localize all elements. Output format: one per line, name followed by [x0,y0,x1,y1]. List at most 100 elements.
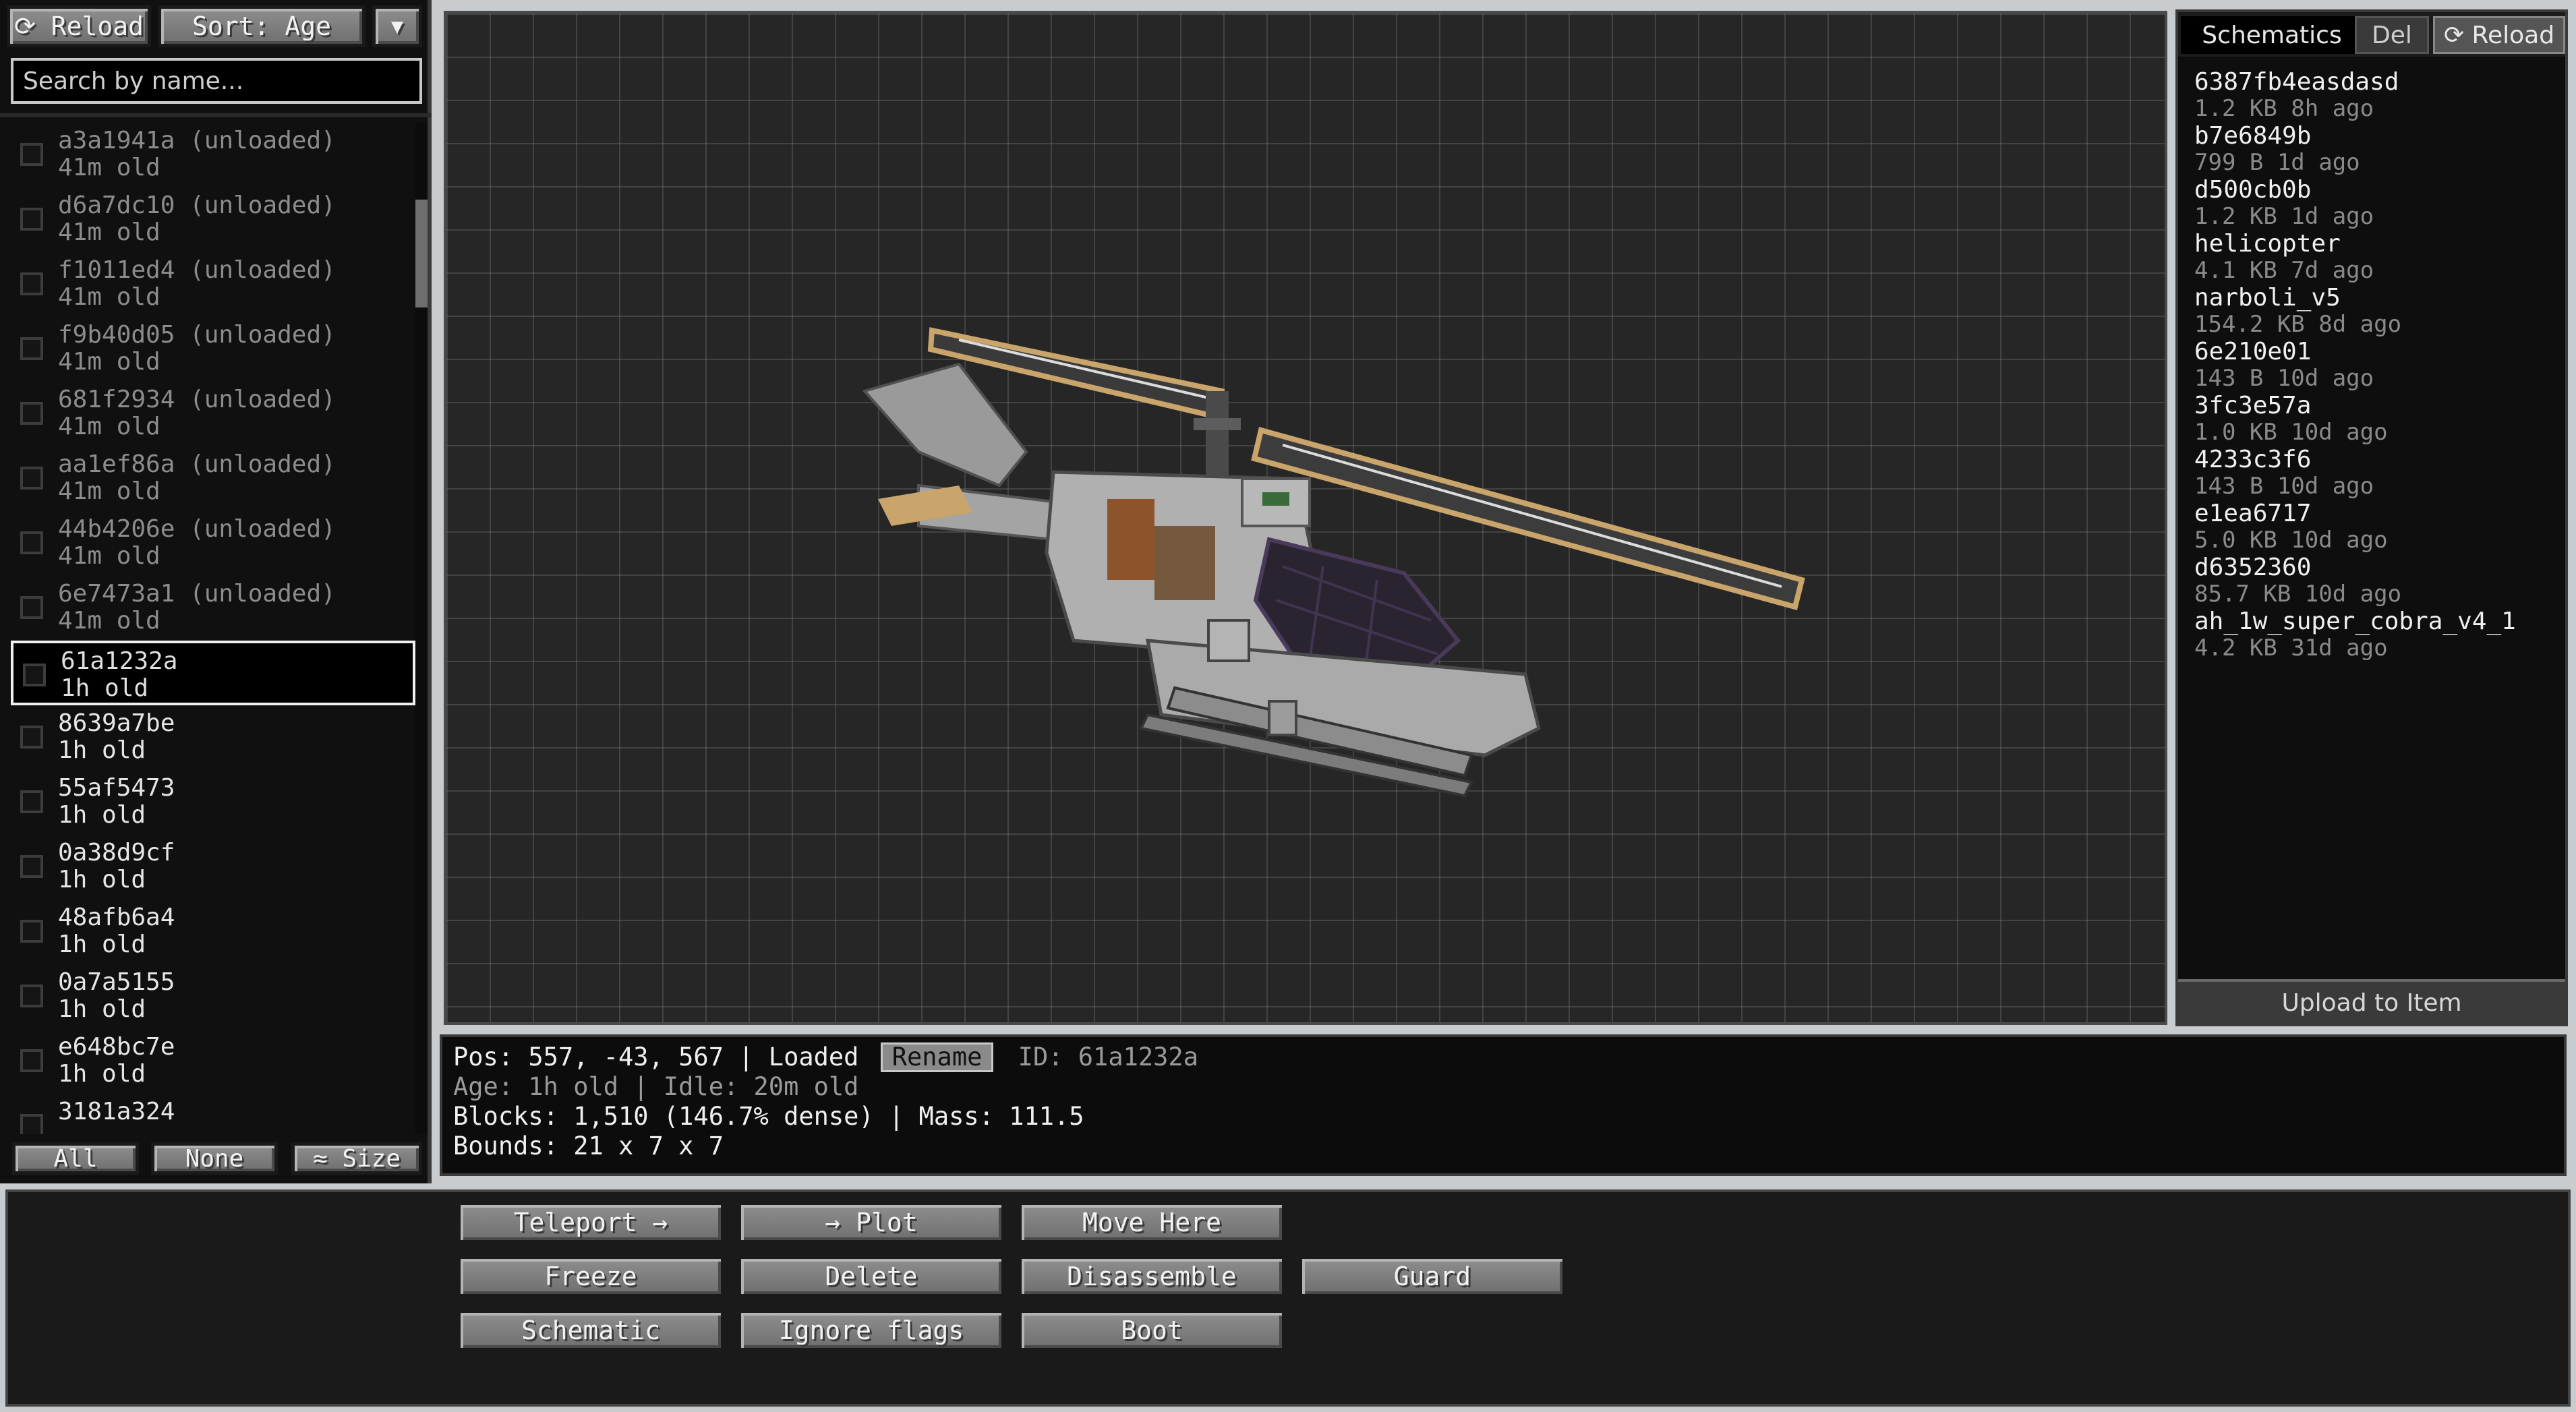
craft-list-item[interactable]: 0a7a5155 1h old [11,964,415,1029]
craft-name: 0a38d9cf [58,839,175,866]
craft-age: 41m old [58,607,160,635]
delete-button[interactable]: Delete [738,1256,1005,1297]
upload-to-item-button[interactable]: Upload to Item [2178,979,2565,1024]
freeze-button[interactable]: Freeze [457,1256,724,1297]
schematic-list-item[interactable]: d6352360 85.7 KB 10d ago [2194,554,2558,608]
rename-button[interactable]: Rename [880,1042,994,1072]
craft-name: 0a7a5155 [58,968,175,996]
craft-list-item[interactable]: f9b40d05 (unloaded) 41m old [11,317,415,382]
schematic-info: 5.0 KB 10d ago [2194,527,2388,554]
helicopter-model [862,327,1805,798]
teleport-button[interactable]: Teleport → [457,1202,724,1243]
craft-name: 61a1232a [61,647,178,675]
craft-name: f1011ed4 (unloaded) [58,256,336,284]
select-all-button[interactable]: All [12,1142,139,1175]
position-status: Pos: 557, -43, 567 | Loaded [453,1042,859,1071]
schematic-list-item[interactable]: b7e6849b 799 B 1d ago [2194,123,2558,177]
craft-list-item[interactable]: a3a1941a (unloaded) 41m old [11,123,415,187]
schematic-info: 1.2 KB 1d ago [2194,203,2374,230]
craft-checkbox[interactable] [20,531,43,554]
craft-actions-panel: Teleport → → Plot Move Here Freeze Delet… [5,1189,2571,1407]
craft-list-item[interactable]: e648bc7e 1h old [11,1029,415,1094]
schematic-list-item[interactable]: 6e210e01 143 B 10d ago [2194,339,2558,392]
craft-checkbox[interactable] [20,596,43,619]
schematic-list-item[interactable]: 3fc3e57a 1.0 KB 10d ago [2194,392,2558,446]
craft-checkbox[interactable] [20,337,43,360]
craft-checkbox[interactable] [20,272,43,295]
craft-list-item[interactable]: f1011ed4 (unloaded) 41m old [11,252,415,317]
craft-list-item[interactable]: d6a7dc10 (unloaded) 41m old [11,187,415,252]
sort-button[interactable]: Sort: Age [158,5,365,47]
disassemble-button[interactable]: Disassemble [1018,1256,1285,1297]
craft-list-item[interactable]: 44b4206e (unloaded) 41m old [11,511,415,576]
guard-button[interactable]: Guard [1299,1256,1566,1297]
craft-preview-viewport[interactable] [444,11,2167,1025]
schematics-panel: Schematics Del ⟳ Reload 6387fb4easdasd 1.… [2175,9,2568,1026]
select-none-button[interactable]: None [151,1142,278,1175]
schematic-name: e1ea6717 [2194,500,2312,527]
craft-checkbox[interactable] [23,664,46,686]
schematic-info: 799 B 1d ago [2194,149,2360,176]
schematic-name: 6387fb4easdasd [2194,68,2399,96]
schematic-list-item[interactable]: 4233c3f6 143 B 10d ago [2194,446,2558,500]
craft-name: d6a7dc10 (unloaded) [58,192,336,219]
schematic-list-item[interactable]: d500cb0b 1.2 KB 1d ago [2194,177,2558,231]
craft-age: 41m old [58,154,160,181]
craft-checkbox[interactable] [20,143,43,166]
schematics-tab-bar: Schematics Del ⟳ Reload [2178,12,2565,57]
search-input[interactable]: Search by name... [11,58,422,104]
craft-name: e648bc7e [58,1033,175,1061]
craft-list-item[interactable]: 0a38d9cf 1h old [11,835,415,900]
craft-list-item[interactable]: 6e7473a1 (unloaded) 41m old [11,576,415,641]
sort-size-button[interactable]: ≈ Size [291,1142,422,1175]
craft-checkbox[interactable] [20,1049,43,1072]
schematic-button[interactable]: Schematic [457,1310,724,1351]
craft-list-item[interactable]: aa1ef86a (unloaded) 41m old [11,446,415,511]
craft-list-item[interactable]: 55af5473 1h old [11,770,415,835]
craft-checkbox[interactable] [20,790,43,813]
schematic-name: 6e210e01 [2194,338,2312,365]
schematic-list-item[interactable]: narboli_v5 154.2 KB 8d ago [2194,285,2558,339]
craft-checkbox[interactable] [20,855,43,878]
craft-age: 41m old [58,542,160,570]
craft-age: 41m old [58,283,160,311]
craft-checkbox[interactable] [20,1114,43,1134]
craft-checkbox[interactable] [20,208,43,231]
schematic-list-item[interactable]: helicopter 4.1 KB 7d ago [2194,231,2558,285]
delete-schematic-button[interactable]: Del [2355,16,2429,54]
craft-list-item[interactable]: 8639a7be 1h old [11,705,415,770]
boot-button[interactable]: Boot [1018,1310,1285,1351]
schematic-info: 85.7 KB 10d ago [2194,581,2402,608]
craft-checkbox[interactable] [20,984,43,1007]
craft-list-item[interactable]: 3181a324 [11,1094,415,1134]
reload-button[interactable]: ⟳ Reload [7,5,151,47]
plot-button[interactable]: → Plot [738,1202,1005,1243]
craft-list-item[interactable]: 48afb6a4 1h old [11,900,415,964]
ignore-flags-button[interactable]: Ignore flags [738,1310,1005,1351]
craft-name: 55af5473 [58,774,175,802]
move-here-button[interactable]: Move Here [1018,1202,1285,1243]
schematic-info: 4.2 KB 31d ago [2194,635,2388,661]
craft-age: 1h old [58,801,146,829]
craft-name: aa1ef86a (unloaded) [58,450,336,478]
scrollbar-thumb[interactable] [415,200,428,307]
schematic-name: helicopter [2194,230,2341,258]
craft-list-panel: ⟳ Reload Sort: Age ▼ Search by name... a… [0,0,432,1183]
schematic-name: ah_1w_super_cobra_v4_1 [2194,608,2516,635]
craft-name: a3a1941a (unloaded) [58,127,336,154]
schematic-list-item[interactable]: 6387fb4easdasd 1.2 KB 8h ago [2194,69,2558,123]
tab-schematics[interactable]: Schematics [2181,16,2363,54]
craft-list: a3a1941a (unloaded) 41m old d6a7dc10 (unlo… [0,123,418,1134]
schematic-list-item[interactable]: e1ea6717 5.0 KB 10d ago [2194,500,2558,554]
craft-name: 44b4206e (unloaded) [58,515,336,543]
reload-schematics-button[interactable]: ⟳ Reload [2433,16,2565,54]
craft-list-item[interactable]: 61a1232a 1h old [11,641,415,705]
craft-checkbox[interactable] [20,467,43,490]
schematic-info: 143 B 10d ago [2194,365,2374,392]
schematic-list-item[interactable]: ah_1w_super_cobra_v4_1 4.2 KB 31d ago [2194,608,2558,662]
craft-list-item[interactable]: 681f2934 (unloaded) 41m old [11,382,415,446]
craft-checkbox[interactable] [20,402,43,425]
sort-direction-button[interactable]: ▼ [372,5,422,47]
craft-checkbox[interactable] [20,726,43,748]
craft-checkbox[interactable] [20,920,43,943]
